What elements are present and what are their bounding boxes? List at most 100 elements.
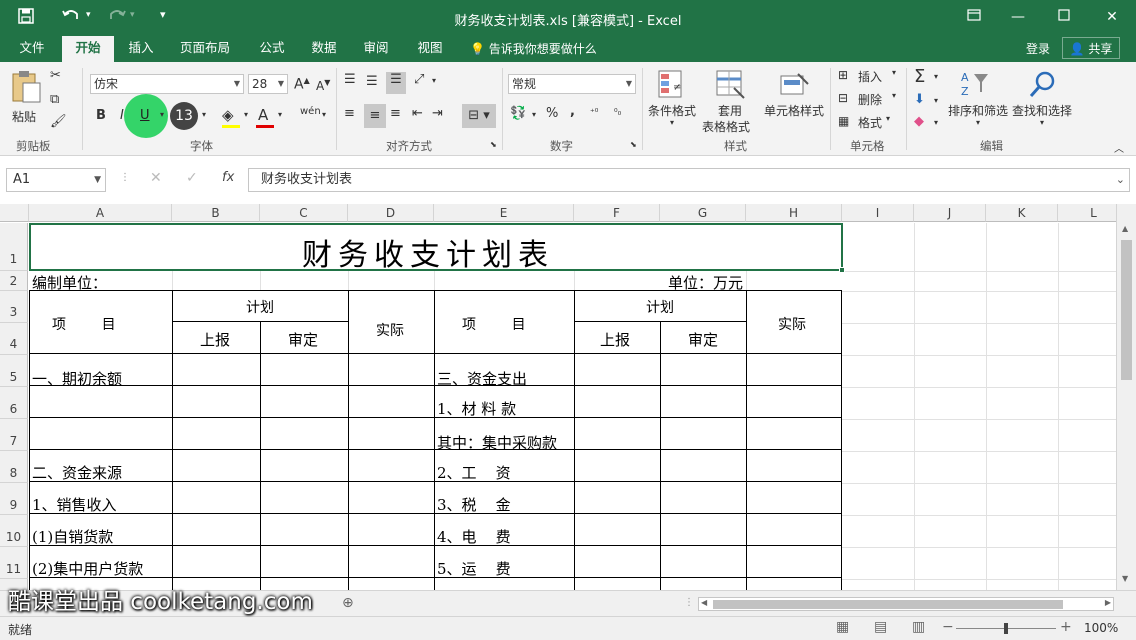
expand-formula-bar-icon[interactable]: ⌄ [1116,169,1125,191]
column-header-I[interactable]: I [842,204,914,222]
row-header-11[interactable]: 11 [0,547,28,579]
scroll-right-icon[interactable]: ▶ [1105,598,1111,607]
formula-input[interactable]: 财务收支计划表 ⌄ [248,168,1130,192]
increase-font-size-icon[interactable]: A▲ [294,76,310,93]
underline-dropdown-icon[interactable]: ▾ [160,110,164,119]
autosum-icon[interactable]: Σ [914,66,925,87]
column-header-F[interactable]: F [574,204,660,222]
underline-button[interactable]: U [140,108,150,123]
delete-cells-button[interactable]: ⊟ 删除 ▾ [838,91,900,109]
tab-data[interactable]: 数据 [302,36,346,62]
clear-icon[interactable]: ◆ [914,114,924,129]
percent-style-button[interactable]: % [546,106,558,121]
worksheet-grid[interactable]: A B C D E F G H I J K L 1 2 3 4 5 6 7 8 … [0,204,1116,590]
accounting-format-icon[interactable]: 💱 [510,106,526,121]
row-header-2[interactable]: 2 [0,271,28,291]
close-icon[interactable]: ✕ [1100,6,1124,28]
row-header-10[interactable]: 10 [0,515,28,547]
vertical-scrollbar[interactable]: ▲ ▼ [1116,204,1136,590]
fill-color-dropdown-icon[interactable]: ▾ [244,110,248,119]
comma-style-button[interactable]: , [570,104,575,119]
maximize-icon[interactable] [1052,6,1076,28]
font-color-icon[interactable]: A [258,106,268,124]
number-dialog-launcher-icon[interactable]: ⬊ [630,140,637,149]
add-sheet-icon[interactable]: ⊕ [342,595,354,611]
column-header-K[interactable]: K [986,204,1058,222]
tell-me-box[interactable]: 💡 告诉我你想要做什么 [470,40,597,57]
cell-styles-button[interactable]: 单元格样式 [762,68,826,132]
font-size-dropdown[interactable]: 28 ▼ [248,74,288,94]
column-header-A[interactable]: A [29,204,172,222]
page-break-view-icon[interactable]: ▥ [912,619,925,635]
row-header-7[interactable]: 7 [0,419,28,451]
tab-formulas[interactable]: 公式 [250,36,294,62]
font-color-dropdown-icon[interactable]: ▾ [278,110,282,119]
horizontal-scrollbar[interactable]: ◀ ▶ [698,597,1114,611]
fill-color-icon[interactable]: ◈ [222,106,234,124]
select-all-corner[interactable] [0,204,29,222]
phonetic-guide-icon[interactable]: wén [300,106,321,117]
align-left-icon[interactable]: ≡ [344,106,355,121]
bold-button[interactable]: B [96,108,106,123]
accounting-dropdown-icon[interactable]: ▾ [532,110,536,119]
collapse-ribbon-icon[interactable]: ︿ [1114,140,1124,155]
phonetic-dropdown-icon[interactable]: ▾ [322,110,326,119]
column-header-J[interactable]: J [914,204,986,222]
page-layout-view-icon[interactable]: ▤ [874,619,887,635]
increase-decimal-icon[interactable]: ⁺⁰ [590,108,598,118]
tab-home[interactable]: 开始 [62,36,114,62]
decrease-font-size-icon[interactable]: A▼ [316,78,330,93]
column-header-E[interactable]: E [434,204,574,222]
number-format-dropdown[interactable]: 常规 ▼ [508,74,636,94]
row-header-1[interactable]: 1 [0,223,28,271]
sort-filter-button[interactable]: A Z 排序和筛选 ▾ [946,68,1010,130]
tab-insert[interactable]: 插入 [118,36,164,62]
format-cells-button[interactable]: ▦ 格式 ▾ [838,114,900,132]
orientation-icon[interactable]: ⤢ [414,72,424,87]
fill-handle[interactable] [839,267,845,273]
enter-icon[interactable]: ✓ [186,170,198,186]
insert-function-button[interactable]: fx [222,170,234,185]
merge-center-icon[interactable]: ⊟ ▾ [462,104,496,128]
font-name-dropdown[interactable]: 仿宋 ▼ [90,74,244,94]
column-header-C[interactable]: C [260,204,348,222]
row-header-4[interactable]: 4 [0,323,28,355]
format-as-table-button[interactable]: 套用 表格格式 [702,68,760,134]
horizontal-scroll-thumb[interactable] [713,600,1063,609]
normal-view-icon[interactable]: ▦ [836,619,849,635]
align-right-icon[interactable]: ≡ [390,106,401,121]
tab-file[interactable]: 文件 [10,36,54,62]
copy-icon[interactable]: ⧉ [50,92,59,107]
zoom-out-icon[interactable]: − [942,619,954,635]
conditional-formatting-button[interactable]: ≠ 条件格式 ▾ [646,68,700,130]
fill-icon[interactable]: ⬇ [914,92,925,107]
decrease-indent-icon[interactable]: ⇤ [412,106,423,121]
cut-icon[interactable]: ✂ [50,68,61,83]
ribbon-display-options-icon[interactable] [962,6,986,28]
tab-page-layout[interactable]: 页面布局 [172,36,238,62]
row-header-9[interactable]: 9 [0,483,28,515]
tab-view[interactable]: 视图 [408,36,452,62]
column-header-H[interactable]: H [746,204,842,222]
vertical-scroll-thumb[interactable] [1121,240,1132,380]
cancel-icon[interactable]: ✕ [150,170,162,186]
align-center-icon[interactable]: ≡ [364,104,386,128]
border-dropdown-icon[interactable]: ▾ [202,110,206,119]
row-header-6[interactable]: 6 [0,387,28,419]
minimize-icon[interactable]: — [1006,6,1030,28]
find-select-button[interactable]: 查找和选择 ▾ [1012,68,1076,130]
column-header-D[interactable]: D [348,204,434,222]
increase-indent-icon[interactable]: ⇥ [432,106,443,121]
paste-button[interactable]: 粘贴 [8,68,44,128]
align-middle-icon[interactable]: ☰ [366,74,378,89]
column-header-L[interactable]: L [1058,204,1116,222]
zoom-level[interactable]: 100% [1084,621,1118,635]
row-header-8[interactable]: 8 [0,451,28,483]
row-header-5[interactable]: 5 [0,355,28,387]
fill-dropdown-icon[interactable]: ▾ [934,96,938,105]
format-painter-icon[interactable]: 🖌 [50,114,67,129]
tab-review[interactable]: 审阅 [354,36,398,62]
autosum-dropdown-icon[interactable]: ▾ [934,72,938,81]
clear-dropdown-icon[interactable]: ▾ [934,118,938,127]
sign-in-link[interactable]: 登录 [1026,40,1050,57]
